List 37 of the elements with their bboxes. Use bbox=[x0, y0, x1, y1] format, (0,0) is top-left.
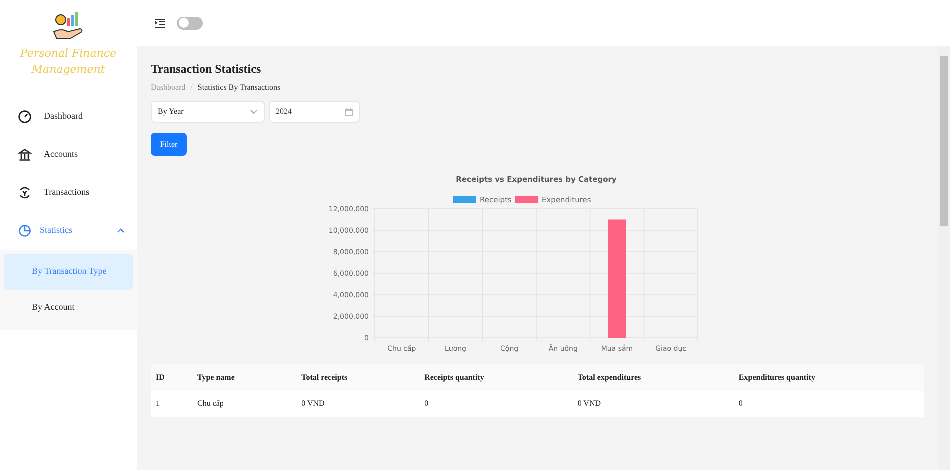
column-header: Total receipts bbox=[296, 364, 420, 391]
app-name: Personal Finance Management bbox=[19, 46, 118, 78]
column-header: Type name bbox=[192, 364, 297, 391]
chevron-down-icon bbox=[250, 109, 258, 115]
period-select[interactable]: By Year bbox=[151, 101, 265, 123]
year-field[interactable]: 2024 bbox=[269, 101, 360, 123]
nav-item[interactable]: Accounts bbox=[0, 136, 137, 174]
nav-item[interactable]: Dashboard bbox=[0, 98, 137, 136]
pie-chart-icon bbox=[18, 224, 32, 238]
calendar-icon bbox=[345, 108, 353, 116]
table-cell: 0 bbox=[734, 391, 924, 417]
column-header: ID bbox=[151, 364, 192, 391]
bank-icon bbox=[18, 148, 32, 162]
breadcrumb-separator: / bbox=[190, 82, 193, 94]
page-title: Transaction Statistics bbox=[151, 61, 262, 77]
table-cell: 0 VND bbox=[296, 391, 420, 417]
table-cell: Chu cấp bbox=[192, 391, 297, 417]
breadcrumb-item: Statistics By Transactions bbox=[198, 82, 281, 94]
column-header: Receipts quantity bbox=[420, 364, 573, 391]
menu-collapse-icon[interactable] bbox=[155, 18, 165, 28]
table-cell: 0 VND bbox=[572, 391, 734, 417]
nav-label: Statistics bbox=[40, 224, 74, 238]
filter-button[interactable]: Filter bbox=[151, 133, 187, 156]
nav-label: Accounts bbox=[44, 148, 79, 162]
scrollbar[interactable] bbox=[938, 46, 950, 470]
nav-item[interactable]: Transactions bbox=[0, 174, 137, 212]
table-cell: 1 bbox=[151, 391, 192, 417]
gauge-icon bbox=[18, 110, 32, 124]
column-header: Total expenditures bbox=[572, 364, 734, 391]
table-cell: 0 bbox=[420, 391, 573, 417]
column-header: Expenditures quantity bbox=[734, 364, 924, 391]
theme-toggle[interactable] bbox=[177, 16, 203, 30]
nav-item[interactable]: Statistics bbox=[0, 212, 137, 250]
currency-cycle-icon bbox=[18, 186, 32, 200]
nav-label: Dashboard bbox=[44, 110, 84, 124]
nav-label: Transactions bbox=[44, 186, 91, 200]
submenu-item[interactable]: By Account bbox=[4, 290, 133, 326]
